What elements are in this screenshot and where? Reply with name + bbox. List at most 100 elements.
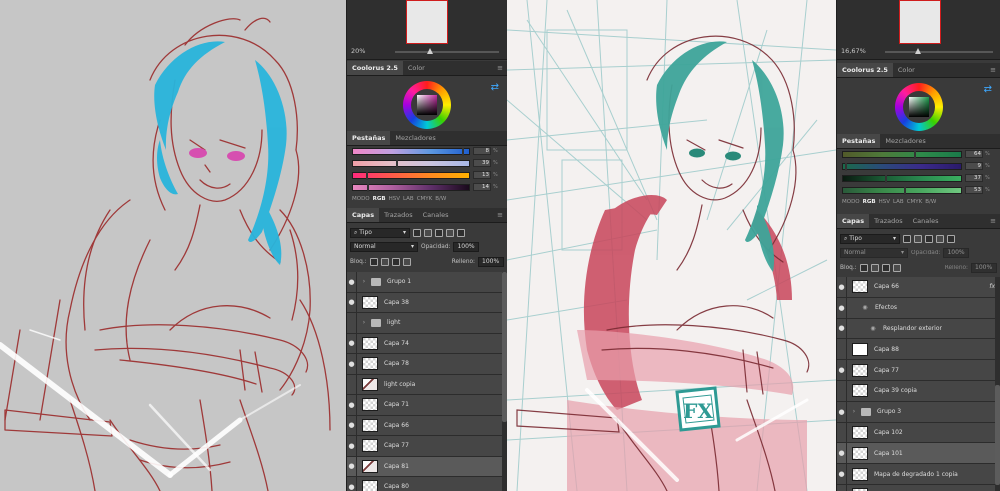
zoom-level[interactable]: 16,67% [841,47,866,55]
tab-coolorus[interactable]: Coolorus 2.5 [837,63,893,77]
tab-color[interactable]: Color [893,63,920,77]
visibility-eye-icon[interactable]: ● [837,277,847,297]
slider-marker[interactable] [366,171,369,180]
layer-row[interactable]: ●› light [347,313,507,334]
tab-coolorus[interactable]: Coolorus 2.5 [347,61,403,75]
lock-pixels-icon[interactable] [859,263,868,272]
tab-pestanas[interactable]: Pestañas [347,131,391,145]
visibility-eye-icon[interactable]: ● [837,401,847,422]
visibility-eye-icon[interactable]: ● [347,374,357,394]
visibility-eye-icon[interactable]: ● [837,443,847,464]
adjustment-filter-icon[interactable] [914,234,922,243]
slider-marker[interactable] [844,162,847,171]
layer-row[interactable]: ● Capa 101 [837,443,1000,465]
zoom-slider-knob[interactable] [427,48,433,54]
tab-color[interactable]: Color [403,61,430,75]
pixel-filter-icon[interactable] [903,234,911,243]
tab-capas[interactable]: Capas [837,214,870,228]
tab-mezcladores[interactable]: Mezcladores [390,131,440,145]
saturation-square[interactable] [909,97,929,117]
layer-row[interactable]: ● Capa 80 [347,477,507,491]
color-slider-4[interactable] [842,186,962,195]
color-slider-2[interactable] [352,159,470,168]
tab-trazados[interactable]: Trazados [379,208,418,222]
visibility-eye-icon[interactable]: ● [837,485,847,491]
shape-filter-icon[interactable] [446,228,454,237]
adjustment-filter-icon[interactable] [424,228,432,237]
zoom-slider-knob[interactable] [915,48,921,54]
panel-menu-icon[interactable]: ≡ [497,61,507,75]
color-slider-1[interactable] [842,150,962,159]
navigator-preview[interactable] [406,0,448,44]
slider-marker[interactable] [903,186,906,195]
slider-marker[interactable] [914,150,917,159]
layer-row[interactable]: ● Capa 88 [837,339,1000,361]
visibility-eye-icon[interactable]: ● [837,339,847,360]
layer-row[interactable]: ● Capa 78 [347,354,507,375]
navigator-preview[interactable] [899,0,941,44]
mode-bw[interactable]: B/W [435,196,446,204]
layer-row[interactable]: ● Capa 39 copia [837,381,1000,402]
layer-row[interactable]: ● Capa 77 [347,436,507,457]
effect-eye-icon[interactable]: ◉ [861,304,869,311]
visibility-eye-icon[interactable]: ● [347,436,357,456]
tab-trazados[interactable]: Trazados [869,214,908,228]
color-slider-4[interactable] [352,183,470,192]
slider-value[interactable]: 64 [965,150,983,158]
lock-paint-icon[interactable] [870,263,879,272]
fill-field[interactable]: 100% [478,256,504,267]
opacity-field[interactable]: 100% [453,241,480,252]
chevron-right-icon[interactable]: › [360,319,368,326]
tab-capas[interactable]: Capas [347,208,380,222]
slider-value[interactable]: 13 [473,171,491,179]
visibility-eye-icon[interactable]: ● [347,272,357,292]
effect-eye-icon[interactable]: ◉ [869,325,877,332]
blend-mode-select[interactable]: Normal ▾ [840,247,908,258]
visibility-eye-icon[interactable]: ● [347,333,357,353]
lock-move-icon[interactable] [881,263,890,272]
chevron-right-icon[interactable]: › [360,278,368,285]
panel-menu-icon[interactable]: ≡ [497,208,507,222]
zoom-slider[interactable] [395,48,499,54]
mode-bw[interactable]: B/W [925,199,936,207]
visibility-eye-icon[interactable]: ● [347,292,357,312]
mode-rgb[interactable]: RGB [373,196,386,204]
tab-canales[interactable]: Canales [908,214,944,228]
lock-move-icon[interactable] [391,257,400,266]
color-slider-3[interactable] [352,171,470,180]
visibility-eye-icon[interactable]: ● [347,456,357,476]
color-slider-1[interactable] [352,147,470,156]
smart-filter-icon[interactable] [947,234,955,243]
visibility-eye-icon[interactable]: ● [347,415,357,435]
layer-row[interactable]: ● Capa 66 fx [837,277,1000,298]
panel-menu-icon[interactable]: ≡ [990,63,1000,77]
type-filter-icon[interactable] [925,234,933,243]
slider-value[interactable]: 8 [473,147,491,155]
slider-value[interactable]: 37 [965,174,983,182]
layer-row[interactable]: ● Mapa de degradado 1 copia [837,464,1000,485]
layer-row[interactable]: ● Capa 74 [347,333,507,354]
type-filter-icon[interactable] [435,228,443,237]
slider-value[interactable]: 9 [965,162,983,170]
slider-marker[interactable] [884,174,887,183]
tab-canales[interactable]: Canales [418,208,454,222]
canvas-left-sketch[interactable] [0,0,346,491]
layer-row[interactable]: ●Capa 99 [837,485,1000,491]
layer-row[interactable]: ● › Grupo 1 [347,272,507,293]
zoom-level[interactable]: 20% [351,47,365,55]
lock-paint-icon[interactable] [380,257,389,266]
mode-lab[interactable]: LAB [893,199,904,207]
visibility-eye-icon[interactable]: ● [837,381,847,401]
tab-mezcladores[interactable]: Mezcladores [880,134,930,148]
fill-field[interactable]: 100% [971,262,997,273]
kind-filter[interactable]: ⌕ Tipo ▾ [350,227,410,238]
tab-pestanas[interactable]: Pestañas [837,134,881,148]
scrollbar-thumb[interactable] [995,385,1000,485]
mode-cmyk[interactable]: CMYK [417,196,433,204]
sync-icon[interactable]: ⇄ [491,82,499,93]
layer-row[interactable]: ● Capa 81 [347,456,507,477]
saturation-square[interactable] [417,95,437,115]
layer-row[interactable]: ● Capa 38 [347,292,507,313]
layer-row[interactable]: ● ◉ Resplandor exterior [837,318,1000,340]
zoom-slider[interactable] [885,48,993,54]
